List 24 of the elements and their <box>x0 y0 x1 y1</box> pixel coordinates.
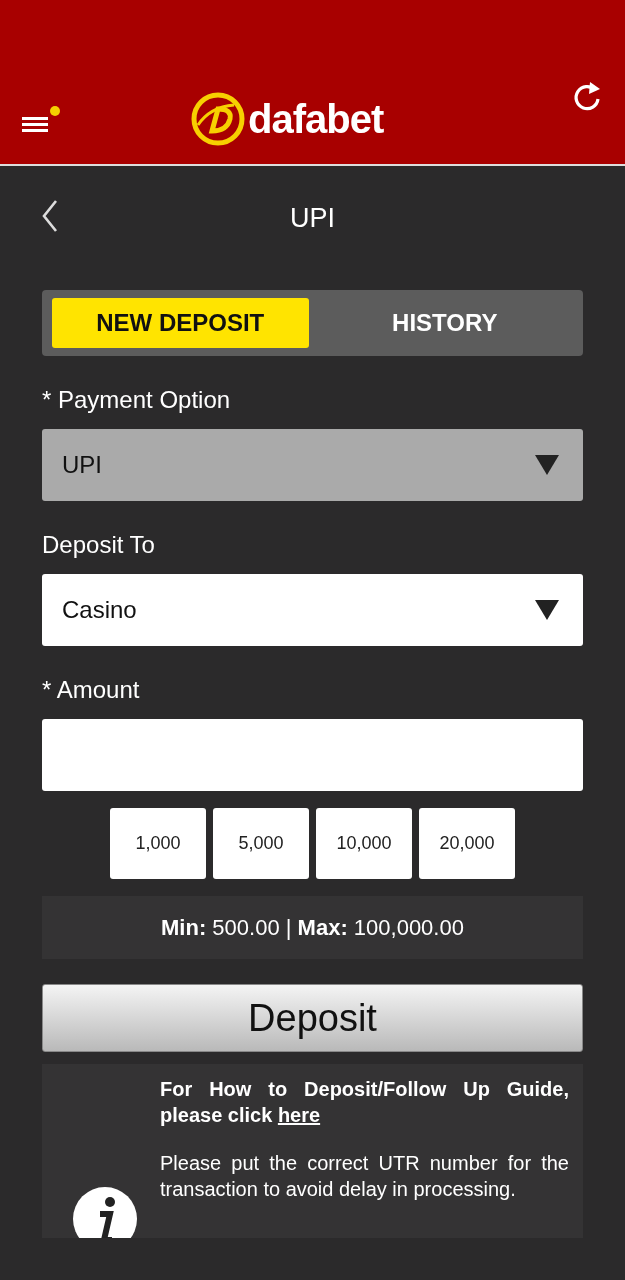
tab[interactable]: HISTORY <box>316 298 573 348</box>
dropdown-caret-icon <box>535 600 559 620</box>
field-label: * Amount <box>42 676 141 704</box>
amount-chip[interactable]: 5,000 <box>213 808 309 879</box>
amount-chip[interactable]: 20,000 <box>419 808 515 879</box>
amount-field[interactable] <box>42 719 583 791</box>
tab[interactable]: NEW DEPOSIT <box>52 298 309 348</box>
dropdown[interactable]: Casino <box>42 574 583 646</box>
amount-chip[interactable]: 1,000 <box>110 808 206 879</box>
info-icon <box>70 1184 140 1238</box>
logo-text: dafabet <box>248 96 384 142</box>
field-label: Deposit To <box>42 531 156 559</box>
limits-text: Min: 500.00 | Max: 100,000.00 <box>161 914 464 941</box>
guide-text: For How to Deposit/Follow Up Guide, please click here <box>160 1077 569 1128</box>
refresh-icon <box>571 79 603 113</box>
deposit-button[interactable]: Deposit <box>42 984 583 1052</box>
amount-chip[interactable]: 10,000 <box>316 808 412 879</box>
logo-icon <box>190 91 246 147</box>
dropdown-caret-icon <box>535 455 559 475</box>
note-text: Please put the correct UTR number for the transaction to avoid delay in processing. <box>160 1151 569 1202</box>
back-icon <box>42 199 58 233</box>
guide-link[interactable]: here <box>277 1104 321 1126</box>
page-title: UPI <box>290 202 335 234</box>
field-label: * Payment Option <box>42 386 232 414</box>
